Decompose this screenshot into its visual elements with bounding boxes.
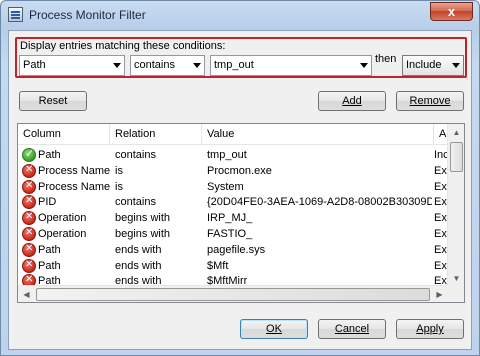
app-icon (8, 7, 23, 22)
ok-button[interactable]: OK (240, 319, 308, 339)
filter-list[interactable]: Column Relation Value Ac Path contains tmp… (17, 123, 465, 303)
row-column: Process Name (38, 164, 110, 177)
header-relation[interactable]: Relation (110, 124, 202, 145)
row-relation: ends with (115, 243, 162, 256)
header-value[interactable]: Value (202, 124, 434, 145)
row-relation: contains (115, 149, 156, 161)
cancel-button-label: Cancel (334, 323, 370, 335)
row-relation: is (115, 180, 123, 193)
row-value: System (207, 180, 244, 193)
apply-button-label: Apply (416, 323, 444, 335)
scroll-left-icon[interactable]: ◀ (18, 286, 35, 302)
ok-button-label: OK (266, 323, 282, 335)
scroll-up-icon[interactable]: ▲ (448, 124, 464, 141)
chevron-down-icon (113, 63, 121, 68)
column-select[interactable]: Path (19, 55, 125, 76)
row-relation: begins with (115, 228, 171, 240)
chevron-down-icon (452, 63, 460, 68)
table-row[interactable]: Process NameisSystemExc (18, 179, 452, 195)
row-relation: is (115, 164, 123, 177)
vertical-scroll-thumb[interactable] (450, 142, 463, 172)
row-value: $Mft (207, 259, 229, 272)
title-bar[interactable]: Process Monitor Filter x (1, 1, 479, 29)
close-button[interactable]: x (430, 2, 473, 21)
error-icon (22, 163, 36, 178)
error-icon (22, 258, 36, 273)
then-label: then (375, 53, 397, 65)
table-row[interactable]: Operationbegins withFASTIO_Exc (18, 227, 452, 242)
horizontal-scrollbar[interactable]: ◀ ▶ (18, 285, 448, 302)
window-title: Process Monitor Filter (29, 8, 146, 22)
chevron-down-icon (193, 63, 201, 68)
value-input-text: tmp_out (214, 59, 254, 71)
error-icon (22, 195, 36, 210)
table-row[interactable]: Process NameisProcmon.exeExc (18, 163, 452, 179)
row-column: Operation (38, 212, 87, 225)
scroll-right-icon[interactable]: ▶ (431, 286, 448, 302)
table-row[interactable]: Pathends with$MftExc (18, 258, 452, 274)
row-value: tmp_out (207, 149, 247, 161)
row-column: PID (38, 196, 57, 209)
dialog-body: Display entries matching these condition… (8, 30, 472, 350)
table-row[interactable]: Pathends withpagefile.sysExc (18, 242, 452, 258)
row-column: Path (38, 243, 61, 256)
action-select[interactable]: Include (402, 55, 464, 76)
value-input[interactable]: tmp_out (210, 55, 372, 76)
add-button-label: Add (342, 95, 362, 107)
row-value: pagefile.sys (207, 243, 266, 256)
table-row[interactable]: PID contains {20D04FE0-3AEA-1069-A2D8-0800… (18, 195, 452, 210)
remove-button[interactable]: Remove (396, 91, 464, 111)
row-value: {20D04FE0-3AEA-1069-A2D8-08002B30309D} (207, 196, 432, 209)
list-header: Column Relation Value Ac (18, 124, 452, 145)
header-column[interactable]: Column (18, 124, 110, 145)
row-relation: contains (115, 196, 156, 209)
scrollbar-corner (447, 285, 464, 302)
cancel-button[interactable]: Cancel (318, 319, 386, 339)
remove-button-label: Remove (409, 95, 451, 107)
table-row[interactable]: Operationbegins withIRP_MJ_Exc (18, 211, 452, 226)
horizontal-scroll-thumb[interactable] (36, 288, 430, 301)
row-value: FASTIO_ (207, 228, 253, 240)
check-icon (22, 147, 36, 162)
error-icon (22, 211, 36, 226)
column-select-value: Path (23, 59, 46, 71)
reset-button[interactable]: Reset (19, 91, 87, 111)
chevron-down-icon (360, 63, 368, 68)
error-icon (22, 179, 36, 194)
row-value: Procmon.exe (207, 164, 272, 177)
error-icon (22, 227, 36, 241)
filter-dialog: Process Monitor Filter x Display entries… (0, 0, 480, 356)
add-button[interactable]: Add (318, 91, 386, 111)
row-column: Path (38, 149, 61, 161)
apply-button[interactable]: Apply (396, 319, 464, 339)
table-row[interactable]: Pathcontainstmp_outInc (18, 147, 449, 163)
row-column: Operation (38, 228, 87, 240)
row-column: Path (38, 259, 61, 272)
relation-select-value: contains (134, 59, 175, 71)
row-relation: begins with (115, 212, 171, 225)
action-select-value: Include (406, 59, 442, 71)
row-relation: ends with (115, 259, 162, 272)
vertical-scrollbar[interactable]: ▲ ▼ (447, 124, 464, 287)
condition-label: Display entries matching these condition… (20, 40, 226, 52)
error-icon (22, 242, 36, 257)
relation-select[interactable]: contains (130, 55, 205, 76)
row-value: IRP_MJ_ (207, 212, 253, 225)
row-column: Process Name (38, 180, 110, 193)
